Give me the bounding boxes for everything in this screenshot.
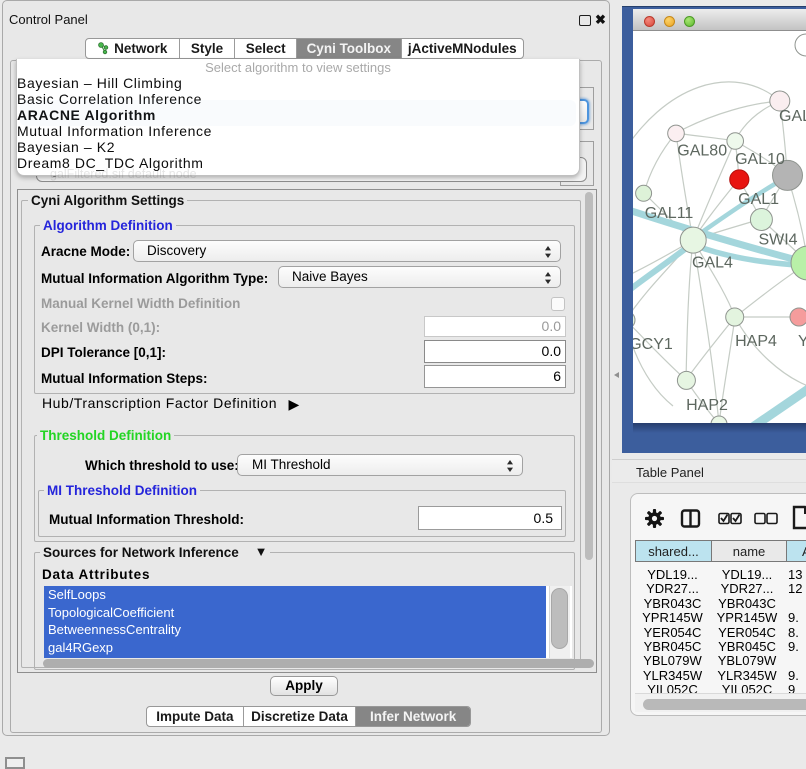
svg-text:GAL2: GAL2 [779, 108, 806, 125]
svg-text:HAP4: HAP4 [735, 333, 777, 350]
svg-text:GAL80: GAL80 [677, 143, 727, 160]
svg-text:GAL4: GAL4 [692, 255, 733, 272]
svg-text:YM: YM [798, 333, 806, 350]
svg-text:GAL1: GAL1 [738, 191, 779, 208]
svg-text:GAL10: GAL10 [735, 151, 785, 168]
svg-text:SWI4: SWI4 [758, 232, 797, 249]
svg-text:GAL11: GAL11 [645, 205, 694, 222]
svg-text:HAP2: HAP2 [686, 397, 728, 414]
svg-text:GCY1: GCY1 [633, 336, 673, 353]
